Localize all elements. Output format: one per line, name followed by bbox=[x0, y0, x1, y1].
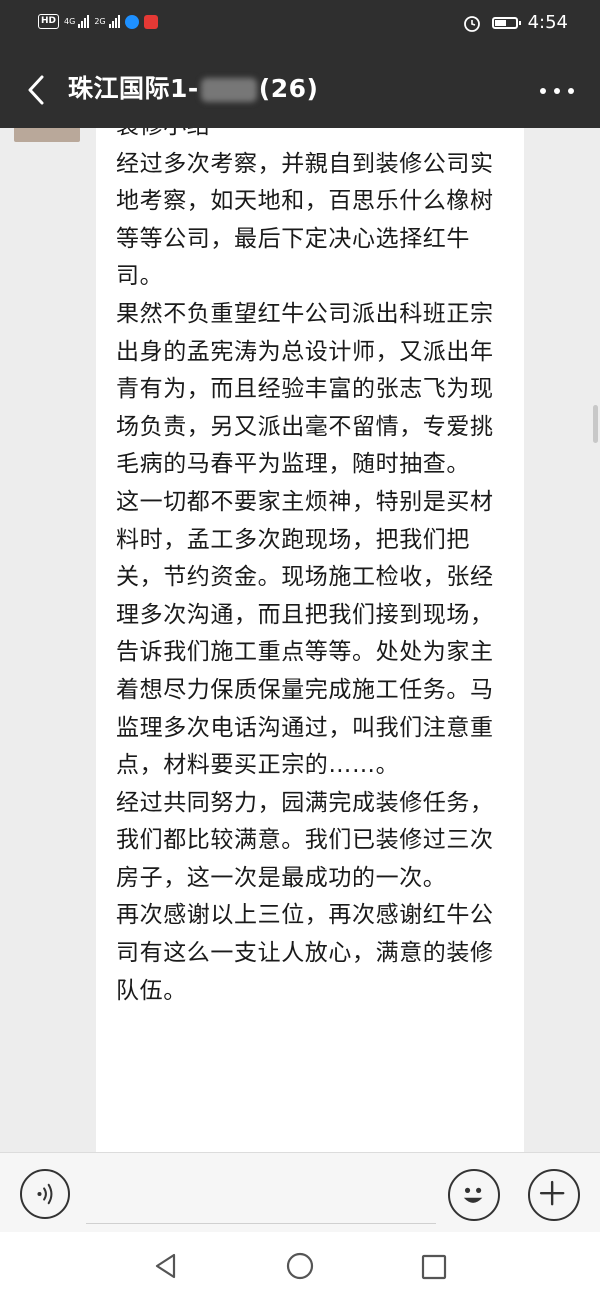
status-time: 4:54 bbox=[527, 12, 568, 33]
chat-title-count: (26) bbox=[258, 74, 319, 103]
message-paragraph: 经过多次考察，并親自到装修公司实地考察，如天地和，百思乐什么橡树等等公司，最后下… bbox=[116, 150, 494, 290]
status-left: HD 4G 2G bbox=[38, 14, 158, 29]
message-paragraph: 装修小结 bbox=[116, 128, 506, 146]
message-paragraph: 再次感谢以上三位，再次感谢红牛公司有这么一支让人放心，满意的装修队伍。 bbox=[116, 902, 494, 1004]
message-text: 装修小结 经过多次考察，并親自到装修公司实地考察，如天地和，百思乐什么橡树等等公… bbox=[116, 128, 506, 1010]
chat-title: 珠江国际1- (26) bbox=[68, 70, 318, 108]
message-paragraph: 这一切都不要家主烦神，特别是买材料时，孟工多次跑现场，把我们把关，节约资金。现场… bbox=[116, 488, 494, 779]
avatar[interactable] bbox=[14, 128, 80, 142]
status-bar: HD 4G 2G 4:54 bbox=[0, 0, 600, 52]
redacted-text bbox=[200, 78, 257, 102]
message-paragraph: 经过共同努力，园满完成装修任务，我们都比较满意。我们已装修过三次房子，这一次是最… bbox=[116, 789, 494, 891]
system-nav-bar bbox=[0, 1232, 600, 1300]
message-bubble[interactable]: 装修小结 经过多次考察，并親自到装修公司实地考察，如天地和，百思乐什么橡树等等公… bbox=[96, 128, 524, 1152]
voice-icon[interactable] bbox=[20, 1169, 70, 1219]
network-type-2: 2G bbox=[94, 17, 106, 26]
chat-title-prefix: 珠江国际1- bbox=[68, 74, 199, 103]
hd-badge: HD bbox=[38, 14, 60, 29]
network-type-1: 4G bbox=[64, 17, 76, 26]
signal-icon-2 bbox=[108, 15, 120, 28]
nav-recent-icon[interactable] bbox=[421, 1254, 447, 1280]
plus-icon[interactable] bbox=[528, 1169, 580, 1221]
nav-back-icon[interactable] bbox=[150, 1250, 182, 1282]
signal-icon bbox=[78, 15, 90, 28]
chevron-left-icon[interactable] bbox=[22, 74, 52, 106]
scrollbar[interactable] bbox=[593, 405, 598, 443]
more-icon[interactable] bbox=[540, 88, 574, 94]
nav-home-icon[interactable] bbox=[286, 1252, 314, 1280]
app-notification-icon bbox=[124, 14, 139, 29]
emoji-icon[interactable] bbox=[448, 1169, 500, 1221]
chat-area[interactable]: 装修小结 经过多次考察，并親自到装修公司实地考察，如天地和，百思乐什么橡树等等公… bbox=[0, 128, 600, 1152]
status-right: 4:54 bbox=[462, 12, 568, 33]
app-notification-icon-2 bbox=[143, 14, 158, 29]
battery-icon bbox=[491, 16, 521, 29]
alarm-icon bbox=[463, 15, 480, 32]
chat-header: 珠江国际1- (26) bbox=[0, 52, 600, 128]
message-paragraph: 果然不负重望红牛公司派出科班正宗出身的孟宪涛为总设计师，又派出年青有为，而且经验… bbox=[116, 300, 494, 478]
input-bar bbox=[0, 1152, 600, 1232]
message-input[interactable] bbox=[86, 1165, 436, 1224]
